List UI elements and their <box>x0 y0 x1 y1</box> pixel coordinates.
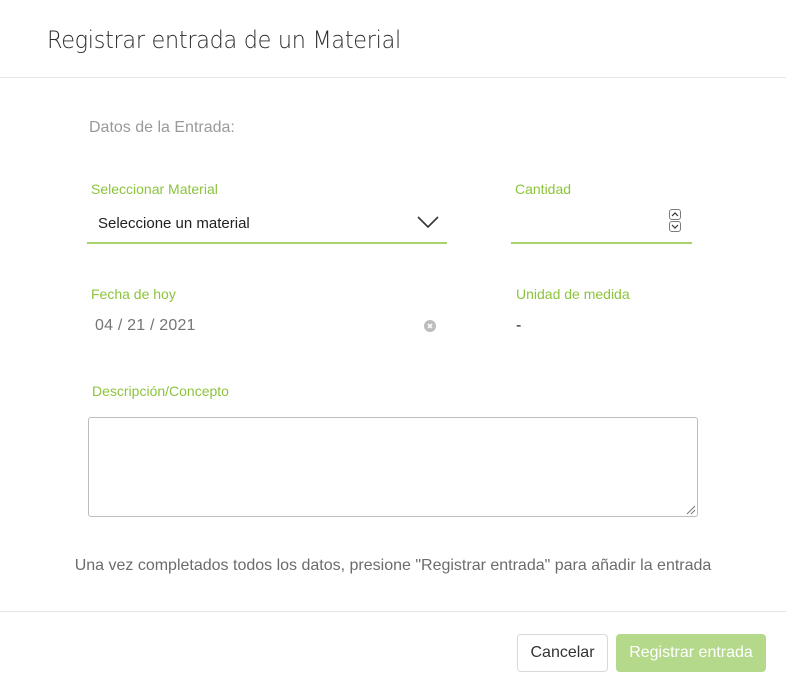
material-select-value: Seleccione un material <box>98 215 250 232</box>
clear-icon[interactable] <box>424 320 436 332</box>
description-label: Descripción/Concepto <box>92 383 229 399</box>
stepper-down-button[interactable] <box>669 221 681 232</box>
modal-footer: Cancelar Registrar entrada <box>0 611 786 691</box>
quantity-label: Cantidad <box>515 181 572 197</box>
chevron-up-icon <box>671 212 679 217</box>
modal-header: Registrar entrada de un Material <box>0 0 786 78</box>
instructions-text: Una vez completados todos los datos, pre… <box>74 557 712 574</box>
resize-grip-icon[interactable] <box>684 503 696 515</box>
close-icon <box>427 323 433 329</box>
cancel-button[interactable]: Cancelar <box>517 634 608 672</box>
quantity-field[interactable] <box>511 206 692 244</box>
description-textarea[interactable] <box>88 417 698 517</box>
register-entry-modal: Registrar entrada de un Material Datos d… <box>0 0 786 691</box>
chevron-down-icon <box>417 216 439 229</box>
register-entry-button[interactable]: Registrar entrada <box>616 634 766 672</box>
unit-value: - <box>516 317 522 334</box>
material-label: Seleccionar Material <box>91 181 218 197</box>
stepper-up-button[interactable] <box>669 209 681 220</box>
modal-title: Registrar entrada de un Material <box>47 26 401 54</box>
unit-label: Unidad de medida <box>516 286 630 302</box>
chevron-down-icon <box>671 224 679 229</box>
date-field[interactable]: 04 / 21 / 2021 <box>95 317 196 335</box>
date-label: Fecha de hoy <box>91 286 176 302</box>
quantity-stepper[interactable] <box>669 209 681 233</box>
section-title: Datos de la Entrada: <box>89 119 235 136</box>
material-select[interactable]: Seleccione un material <box>87 206 447 244</box>
